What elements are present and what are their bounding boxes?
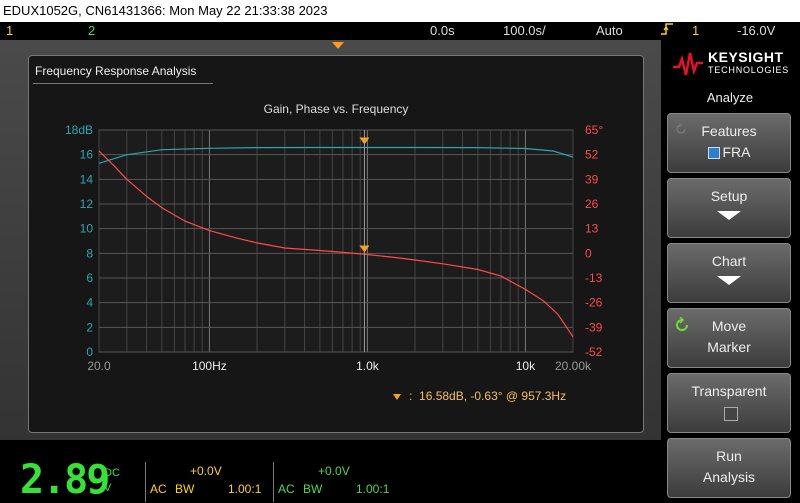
ch2-coupling: AC xyxy=(278,482,295,496)
left-axis-tick-label: 18dB xyxy=(65,123,93,137)
marker-readout-value: 16.58dB, -0.63° @ 957.3Hz xyxy=(419,389,567,403)
x-axis-tick-label: 10k xyxy=(516,359,536,373)
left-axis-tick-label: 12 xyxy=(80,197,94,211)
logo-subtext: TECHNOLOGIES xyxy=(708,65,790,75)
right-axis-tick-label: -52 xyxy=(585,345,603,359)
move-marker-line1: Move xyxy=(711,318,747,334)
ch1-bw: BW xyxy=(175,482,195,496)
right-axis-tick-label: -13 xyxy=(585,271,603,285)
right-axis-tick-label: -26 xyxy=(585,296,603,310)
ch2-offset: +0.0V xyxy=(318,464,350,478)
features-value: FRA xyxy=(668,144,790,160)
transparent-softkey[interactable]: Transparent xyxy=(667,373,791,433)
checkbox-checked-icon xyxy=(707,147,720,160)
fra-panel: Frequency Response Analysis Gain, Phase … xyxy=(28,55,644,433)
right-axis-tick-label: 52 xyxy=(585,148,599,162)
right-axis-tick-label: 39 xyxy=(585,172,599,186)
ch2-bw: BW xyxy=(303,482,323,496)
trigger-position-marker-icon xyxy=(332,42,344,49)
setup-softkey[interactable]: Setup xyxy=(667,178,791,238)
trigger-level: -16.0V xyxy=(737,23,776,38)
logo-text: KEYSIGHT xyxy=(708,49,784,65)
dvm-coupling: DC xyxy=(104,467,120,479)
run-analysis-softkey[interactable]: Run Analysis xyxy=(667,438,791,498)
left-axis-tick-label: 0 xyxy=(86,345,93,359)
left-axis-tick-label: 10 xyxy=(80,222,94,236)
transparent-label: Transparent xyxy=(691,383,767,399)
plot-area xyxy=(98,129,574,353)
trigger-channel: 1 xyxy=(692,23,700,38)
submenu-arrow-icon xyxy=(717,211,741,220)
features-softkey[interactable]: Features FRA xyxy=(667,113,791,173)
rising-edge-icon xyxy=(660,22,674,41)
status-bar: 1 2 0.0s 100.0s/ Auto 1 -16.0V xyxy=(0,22,800,40)
time-position: 0.0s xyxy=(430,23,455,38)
left-axis-tick-label: 16 xyxy=(80,148,94,162)
right-axis-tick-label: 26 xyxy=(585,197,599,211)
move-marker-line2: Marker xyxy=(707,339,751,355)
marker-icon xyxy=(393,393,401,400)
left-axis-tick-label: 4 xyxy=(86,296,93,310)
features-label: Features xyxy=(701,123,757,139)
x-axis-tick-label: 20.0 xyxy=(87,359,111,373)
dvm-mode: DC V xyxy=(104,466,120,496)
right-axis-tick-label: 0 xyxy=(585,246,592,260)
checkbox-unchecked-icon xyxy=(724,407,738,421)
setup-label: Setup xyxy=(710,188,748,204)
menu-title: Analyze xyxy=(706,90,754,105)
right-axis-tick-label: 65° xyxy=(585,123,603,137)
right-axis-tick-label: -39 xyxy=(585,320,603,334)
move-marker-softkey[interactable]: Move Marker xyxy=(667,308,791,368)
run-analysis-line2: Analysis xyxy=(702,469,756,485)
run-analysis-line1: Run xyxy=(716,448,742,464)
chart-label: Chart xyxy=(711,253,747,269)
channel-2-indicator[interactable]: 2 xyxy=(88,22,95,40)
ch1-offset: +0.0V xyxy=(190,464,222,478)
dvm-unit: V xyxy=(104,482,112,494)
left-axis-tick-label: 8 xyxy=(86,246,93,260)
left-axis-tick-label: 6 xyxy=(86,271,93,285)
ch1-coupling: AC xyxy=(150,482,167,496)
title-bar: EDUX1052G, CN61431366: Mon May 22 21:33:… xyxy=(0,0,800,22)
x-axis-tick-label: 1.0k xyxy=(356,359,380,373)
trigger-mode: Auto xyxy=(596,23,623,38)
x-axis-tick-label: 100Hz xyxy=(192,359,227,373)
dvm-readout: 2.89 xyxy=(20,457,110,503)
left-axis-tick-label: 2 xyxy=(86,320,93,334)
submenu-arrow-icon xyxy=(717,276,741,285)
right-axis-tick-label: 13 xyxy=(585,222,599,236)
ch2-probe: 1.00:1 xyxy=(356,482,390,496)
x-axis-tick-label: 20.00k xyxy=(555,359,592,373)
left-axis-tick-label: 14 xyxy=(80,172,94,186)
fra-chart: 18dB 16 14 12 10 8 6 4 2 0 65° 52 39 26 13 0 -13 -26 -39 -5… xyxy=(65,123,603,373)
chart-softkey[interactable]: Chart xyxy=(667,243,791,303)
channel-1-indicator[interactable]: 1 xyxy=(6,22,13,40)
marker-readout: : 16.58dB, -0.63° @ 957.3Hz xyxy=(393,389,566,403)
time-scale: 100.0s/ xyxy=(503,23,546,38)
ch1-probe: 1.00:1 xyxy=(228,482,262,496)
